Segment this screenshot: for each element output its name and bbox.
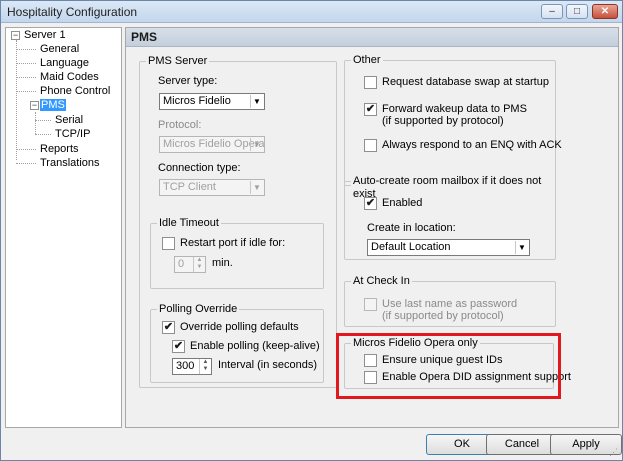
dropdown-arrow-icon: ▼ xyxy=(250,181,263,194)
create-location-select[interactable]: Default Location ▼ xyxy=(367,239,530,256)
spin-up-icon[interactable]: ▲ xyxy=(194,257,205,264)
request-swap-checkbox[interactable] xyxy=(364,76,377,89)
spin-down-icon[interactable]: ▼ xyxy=(200,366,211,373)
tree-line xyxy=(16,149,36,150)
close-button[interactable]: ✕ xyxy=(592,4,618,19)
spin-down-icon[interactable]: ▼ xyxy=(194,264,205,271)
tree-item-server-1[interactable]: Server 1 xyxy=(24,28,66,42)
tree-line xyxy=(16,40,17,160)
override-polling-label: Override polling defaults xyxy=(180,321,299,333)
server-type-label: Server type: xyxy=(158,75,218,87)
interval-value: 300 xyxy=(176,360,195,372)
polling-override-title: Polling Override xyxy=(157,303,240,316)
tree-line xyxy=(16,91,36,92)
tree-line xyxy=(16,63,36,64)
polling-override-group: Polling Override ✔ Override polling defa… xyxy=(150,303,324,383)
forward-wakeup-note: (if supported by protocol) xyxy=(382,115,504,127)
server-type-select[interactable]: Micros Fidelio ▼ xyxy=(159,93,265,110)
panel-header: PMS xyxy=(126,28,618,47)
enable-polling-label: Enable polling (keep-alive) xyxy=(190,340,320,352)
dropdown-arrow-icon: ▼ xyxy=(515,241,528,254)
tree-item-maid-codes[interactable]: Maid Codes xyxy=(40,70,99,84)
idle-minutes-value: 0 xyxy=(178,258,185,270)
server-type-value: Micros Fidelio xyxy=(163,95,231,107)
cancel-button[interactable]: Cancel xyxy=(486,434,558,455)
auto-create-enabled-label: Enabled xyxy=(382,197,423,209)
connection-type-select[interactable]: TCP Client ▼ xyxy=(159,179,265,196)
create-location-value: Default Location xyxy=(371,241,451,253)
request-swap-label: Request database swap at startup xyxy=(382,76,549,88)
idle-timeout-group: Idle Timeout Restart port if idle for: 0… xyxy=(150,217,324,289)
title-bar[interactable]: Hospitality Configuration – □ ✕ xyxy=(1,1,622,23)
tree-item-reports[interactable]: Reports xyxy=(40,142,79,156)
minimize-button[interactable]: – xyxy=(541,4,563,19)
spin-up-icon[interactable]: ▲ xyxy=(200,359,211,366)
restart-port-checkbox[interactable] xyxy=(162,237,175,250)
panel-title: PMS xyxy=(131,30,158,44)
tree-item-serial[interactable]: Serial xyxy=(55,113,83,127)
auto-create-group: Auto-create room mailbox if it does not … xyxy=(344,175,556,260)
idle-minutes-unit: min. xyxy=(212,257,233,269)
use-last-name-checkbox[interactable] xyxy=(364,298,377,311)
interval-spinner[interactable]: 300 ▲ ▼ xyxy=(172,358,212,375)
tree-line xyxy=(35,112,36,134)
tree-item-translations[interactable]: Translations xyxy=(40,156,100,170)
window-title: Hospitality Configuration xyxy=(7,5,138,19)
use-last-name-note: (if supported by protocol) xyxy=(382,310,504,322)
interval-label: Interval (in seconds) xyxy=(218,359,318,371)
tree-item-general[interactable]: General xyxy=(40,42,79,56)
connection-type-label: Connection type: xyxy=(158,162,241,174)
other-group: Other Request database swap at startup ✔… xyxy=(344,54,562,186)
at-check-in-group: At Check In Use last name as password (i… xyxy=(344,275,556,327)
tree-line xyxy=(16,163,36,164)
tree-line xyxy=(35,120,51,121)
auto-create-enabled-checkbox[interactable]: ✔ xyxy=(364,197,377,210)
use-last-name-label: Use last name as password xyxy=(382,298,518,310)
collapse-pms-icon[interactable]: − xyxy=(30,101,39,110)
override-polling-checkbox[interactable]: ✔ xyxy=(162,321,175,334)
connection-type-value: TCP Client xyxy=(163,181,216,193)
collapse-server-icon[interactable]: − xyxy=(11,31,20,40)
tree-item-tcp-ip[interactable]: TCP/IP xyxy=(55,127,90,141)
restart-port-label: Restart port if idle for: xyxy=(180,237,286,249)
dropdown-arrow-icon: ▼ xyxy=(250,95,263,108)
tree-item-language[interactable]: Language xyxy=(40,56,89,70)
pms-server-group-title: PMS Server xyxy=(146,55,210,68)
at-check-in-title: At Check In xyxy=(351,275,412,288)
protocol-label: Protocol: xyxy=(158,119,202,131)
highlight-box xyxy=(336,333,561,399)
enable-polling-checkbox[interactable]: ✔ xyxy=(172,340,185,353)
resize-grip-icon[interactable]: ⋰ xyxy=(609,447,620,458)
idle-timeout-title: Idle Timeout xyxy=(157,217,221,230)
pms-server-group: PMS Server Server type: Micros Fidelio ▼… xyxy=(139,55,337,388)
create-location-label: Create in location: xyxy=(367,222,456,234)
other-group-title: Other xyxy=(351,54,383,67)
tree-line xyxy=(35,134,51,135)
maximize-button[interactable]: □ xyxy=(566,4,588,19)
idle-minutes-spinner[interactable]: 0 ▲ ▼ xyxy=(174,256,206,273)
tree-line xyxy=(16,77,36,78)
hospitality-configuration-window: Hospitality Configuration – □ ✕ − Server… xyxy=(0,0,623,461)
tree-line xyxy=(16,49,36,50)
dropdown-arrow-icon: ▼ xyxy=(250,138,263,151)
respond-enq-checkbox[interactable] xyxy=(364,139,377,152)
navigation-tree[interactable]: − Server 1 General Language Maid Codes P… xyxy=(5,27,122,428)
protocol-select[interactable]: Micros Fidelio Opera ▼ xyxy=(159,136,265,153)
respond-enq-label: Always respond to an ENQ with ACK xyxy=(382,139,562,151)
forward-wakeup-label: Forward wakeup data to PMS xyxy=(382,103,527,115)
forward-wakeup-checkbox[interactable]: ✔ xyxy=(364,103,377,116)
tree-item-phone-control[interactable]: Phone Control xyxy=(40,84,110,98)
tree-item-pms[interactable]: PMS xyxy=(40,98,66,112)
